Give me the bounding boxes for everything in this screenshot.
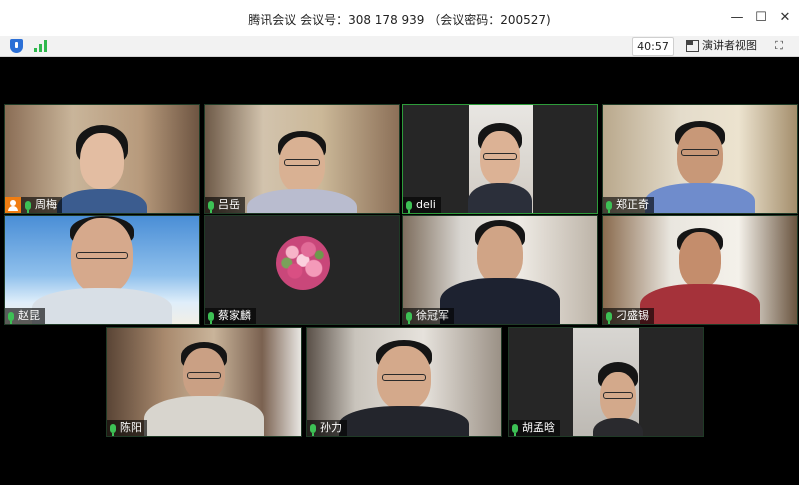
microphone-icon xyxy=(25,200,31,213)
fullscreen-button[interactable]: ⛶ xyxy=(770,37,788,54)
microphone-icon xyxy=(110,423,116,436)
avatar xyxy=(276,236,330,290)
security-shield-icon[interactable] xyxy=(10,39,23,53)
participant-name: 赵昆 xyxy=(18,309,40,322)
microphone-icon xyxy=(8,311,14,324)
participant-name-tag: 蔡家麟 xyxy=(205,308,256,324)
participant-name-tag: 徐冠军 xyxy=(403,308,454,324)
video-tile[interactable]: 蔡家麟 xyxy=(204,215,400,325)
participant-name: 陈阳 xyxy=(120,421,142,434)
participant-name: 胡孟晗 xyxy=(522,421,555,434)
participant-name-tag: 赵昆 xyxy=(5,308,45,324)
participant-video xyxy=(32,216,172,324)
grid-view-icon xyxy=(686,40,699,52)
host-icon xyxy=(5,197,21,213)
participant-name-tag: 陈阳 xyxy=(107,420,147,436)
microphone-icon xyxy=(606,200,612,213)
participant-name: 徐冠军 xyxy=(416,309,449,322)
participant-video xyxy=(339,340,469,436)
microphone-icon xyxy=(406,311,412,324)
participant-name: 刁盛锡 xyxy=(616,309,649,322)
participant-name: 郑正奇 xyxy=(616,198,649,211)
network-signal-icon[interactable] xyxy=(34,40,48,52)
title-bar: 腾讯会议 会议号：308 178 939 （会议密码：200527) — ☐ ✕ xyxy=(0,0,799,36)
microphone-icon xyxy=(208,200,214,213)
participant-name-tag: 郑正奇 xyxy=(603,197,654,213)
microphone-icon xyxy=(406,200,412,213)
microphone-icon xyxy=(310,423,316,436)
video-tile[interactable]: 刁盛锡 xyxy=(602,215,798,325)
participant-name-tag: 孙力 xyxy=(307,420,347,436)
participant-name-tag: 周梅 xyxy=(5,197,62,213)
video-tile[interactable]: 周梅 xyxy=(4,104,200,214)
participant-name: deli xyxy=(416,198,436,211)
participant-name: 孙力 xyxy=(320,421,342,434)
participant-name-tag: 胡孟晗 xyxy=(509,420,560,436)
video-grid: 周梅 吕岳 deli 郑正奇 赵昆 蔡家麟 徐冠军 刁盛锡 陈阳 孙力 胡孟晗 xyxy=(0,57,799,485)
participant-name-tag: deli xyxy=(403,197,441,213)
participant-video xyxy=(144,342,264,436)
video-tile[interactable]: deli xyxy=(402,104,598,214)
microphone-icon xyxy=(208,311,214,324)
video-tile[interactable]: 赵昆 xyxy=(4,215,200,325)
microphone-icon xyxy=(512,423,518,436)
participant-video xyxy=(440,220,560,324)
participant-video xyxy=(593,362,643,436)
participant-name: 蔡家麟 xyxy=(218,309,251,322)
window-title: 腾讯会议 会议号：308 178 939 （会议密码：200527) xyxy=(248,13,551,27)
close-button[interactable]: ✕ xyxy=(775,8,795,28)
speaker-view-button[interactable]: 演讲者视图 xyxy=(684,37,761,54)
participant-name: 吕岳 xyxy=(218,198,240,211)
speaker-view-label: 演讲者视图 xyxy=(702,39,757,52)
participant-name: 周梅 xyxy=(35,198,57,211)
participant-video xyxy=(247,131,357,213)
video-tile[interactable]: 郑正奇 xyxy=(602,104,798,214)
video-tile[interactable]: 陈阳 xyxy=(106,327,302,437)
maximize-button[interactable]: ☐ xyxy=(751,8,771,28)
minimize-button[interactable]: — xyxy=(727,8,747,28)
video-tile[interactable]: 徐冠军 xyxy=(402,215,598,325)
participant-video xyxy=(640,228,760,324)
participant-name-tag: 吕岳 xyxy=(205,197,245,213)
meeting-timer: 40:57 xyxy=(632,37,674,56)
microphone-icon xyxy=(606,311,612,324)
participant-name-tag: 刁盛锡 xyxy=(603,308,654,324)
video-tile[interactable]: 吕岳 xyxy=(204,104,400,214)
participant-video xyxy=(645,121,755,213)
video-tile[interactable]: 胡孟晗 xyxy=(508,327,704,437)
meeting-toolbar: 40:57 演讲者视图 ⛶ xyxy=(0,36,799,57)
participant-video xyxy=(468,123,532,213)
participant-video xyxy=(57,125,147,213)
video-tile[interactable]: 孙力 xyxy=(306,327,502,437)
